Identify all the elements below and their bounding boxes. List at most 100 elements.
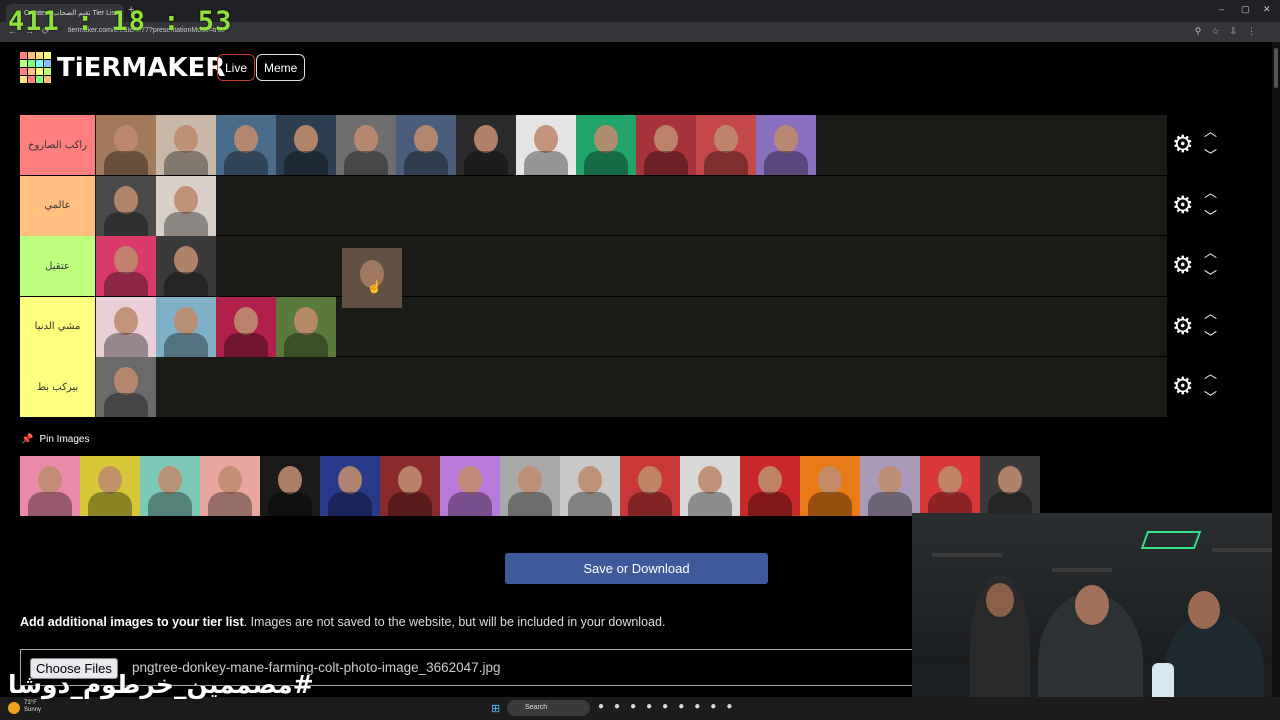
settings-gear-icon[interactable]: ⚙ <box>1172 314 1194 339</box>
tier-image[interactable] <box>336 115 396 175</box>
tier-row-controls: ⚙ ︿ ﹀ <box>1170 297 1230 357</box>
move-down-chevron-icon[interactable]: ﹀ <box>1204 387 1217 406</box>
taskbar-search[interactable]: Search <box>507 700 590 716</box>
image-pool <box>20 456 1040 516</box>
pool-image[interactable] <box>20 456 80 516</box>
move-up-chevron-icon[interactable]: ︿ <box>1204 121 1217 140</box>
tier-image[interactable] <box>96 115 156 175</box>
move-down-chevron-icon[interactable]: ﹀ <box>1204 206 1217 225</box>
tier-image[interactable] <box>696 115 756 175</box>
weather-desc: Sunny <box>24 707 42 713</box>
tier-image[interactable] <box>216 296 276 357</box>
tiermaker-logo[interactable]: TiERMAKER <box>20 52 225 83</box>
tier-image[interactable] <box>156 296 216 357</box>
maximize-icon[interactable]: ▢ <box>1241 4 1250 15</box>
tier-image[interactable] <box>96 175 156 236</box>
meme-button[interactable]: Meme <box>256 54 306 81</box>
move-down-chevron-icon[interactable]: ﹀ <box>1204 145 1217 164</box>
pool-image[interactable] <box>560 456 620 516</box>
tier-image[interactable] <box>96 236 156 296</box>
scrollbar-thumb[interactable] <box>1274 48 1278 88</box>
move-up-chevron-icon[interactable]: ︿ <box>1204 242 1217 261</box>
tier-items <box>96 296 336 357</box>
save-or-download-button[interactable]: Save or Download <box>505 553 768 584</box>
tier-image[interactable] <box>276 115 336 175</box>
tier-label[interactable]: عالمي <box>20 175 95 236</box>
tier-items <box>96 115 816 175</box>
pool-image[interactable] <box>680 456 740 516</box>
tier-image[interactable] <box>456 115 516 175</box>
tier-row-controls: ⚙ ︿ ﹀ <box>1170 176 1230 236</box>
tier-image[interactable] <box>156 175 216 236</box>
add-images-rest: . Images are not saved to the website, b… <box>243 615 666 629</box>
hand-cursor-icon: ☝ <box>367 280 382 294</box>
move-down-chevron-icon[interactable]: ﹀ <box>1204 266 1217 285</box>
tier-image[interactable] <box>516 115 576 175</box>
neon-sign <box>1140 531 1202 549</box>
weather-widget[interactable]: 73°F Sunny <box>24 700 41 714</box>
close-icon[interactable]: ✕ <box>1263 4 1271 15</box>
settings-gear-icon[interactable]: ⚙ <box>1172 375 1194 399</box>
pool-image[interactable] <box>260 456 320 516</box>
tier-image[interactable] <box>96 357 156 417</box>
tier-image[interactable] <box>636 115 696 175</box>
weather-temp: 73°F <box>24 700 37 706</box>
tier-image[interactable] <box>156 115 216 175</box>
pool-image[interactable] <box>500 456 560 516</box>
dragged-image[interactable] <box>342 248 402 308</box>
tier-row-controls: ⚙ ︿ ﹀ <box>1170 236 1230 296</box>
tier-row: عالمي <box>20 175 1167 236</box>
tier-list-table: راكب الصاروخ عالمي عتقيل مشي الدنيا بيركب بط <box>20 115 1167 418</box>
tier-image[interactable] <box>576 115 636 175</box>
move-down-chevron-icon[interactable]: ﹀ <box>1204 327 1217 346</box>
tier-items <box>96 175 216 236</box>
tier-label[interactable]: مشي الدنيا <box>20 296 95 357</box>
scrollbar[interactable] <box>1272 42 1280 697</box>
pool-image[interactable] <box>800 456 860 516</box>
pool-image[interactable] <box>980 456 1040 516</box>
tier-row: عتقيل <box>20 236 1167 297</box>
logo-grid-icon <box>20 52 51 83</box>
pool-image[interactable] <box>200 456 260 516</box>
move-up-chevron-icon[interactable]: ︿ <box>1204 363 1217 382</box>
windows-start-icon[interactable]: ⊞ <box>491 702 500 715</box>
overlay-hashtag: #مصممين_خرطوم_دوشا <box>8 670 314 699</box>
pool-image[interactable] <box>740 456 800 516</box>
tier-image[interactable] <box>756 115 816 175</box>
move-up-chevron-icon[interactable]: ︿ <box>1204 303 1217 322</box>
live-button[interactable]: Live <box>217 54 256 81</box>
pool-image[interactable] <box>80 456 140 516</box>
logo-text: TiERMAKER <box>57 52 226 83</box>
pool-image[interactable] <box>860 456 920 516</box>
move-up-chevron-icon[interactable]: ︿ <box>1204 182 1217 201</box>
pool-image[interactable] <box>320 456 380 516</box>
add-images-text: Add additional images to your tier list.… <box>20 615 665 629</box>
pool-image[interactable] <box>380 456 440 516</box>
tier-row-controls: ⚙ ︿ ﹀ <box>1170 115 1230 175</box>
tier-label[interactable]: راكب الصاروخ <box>20 115 95 175</box>
pin-images-toggle[interactable]: 📌 Pin Images <box>21 434 89 445</box>
tier-row: راكب الصاروخ <box>20 115 1167 176</box>
tier-row-controls: ⚙ ︿ ﹀ <box>1170 357 1230 417</box>
tier-label[interactable]: بيركب بط <box>20 357 95 417</box>
pool-image[interactable] <box>140 456 200 516</box>
add-images-bold: Add additional images to your tier list <box>20 615 244 629</box>
browser-toolbar-icons[interactable]: ⚲☆⇩⋮ <box>1195 26 1266 37</box>
pool-image[interactable] <box>920 456 980 516</box>
tier-image[interactable] <box>96 296 156 357</box>
minimize-icon[interactable]: – <box>1219 4 1224 14</box>
taskbar-app-icons[interactable]: ●●●●●●●●● <box>598 701 742 712</box>
settings-gear-icon[interactable]: ⚙ <box>1172 254 1194 278</box>
pool-image[interactable] <box>620 456 680 516</box>
tier-image[interactable] <box>276 296 336 357</box>
tier-label[interactable]: عتقيل <box>20 236 95 296</box>
pool-image[interactable] <box>440 456 500 516</box>
settings-gear-icon[interactable]: ⚙ <box>1172 133 1194 157</box>
tier-row: بيركب بط <box>20 357 1167 418</box>
tier-image[interactable] <box>156 236 216 296</box>
windows-taskbar: 73°F Sunny ⊞ Search ●●●●●●●●● <box>0 697 1280 720</box>
settings-gear-icon[interactable]: ⚙ <box>1172 193 1194 218</box>
tier-items <box>96 236 216 296</box>
tier-image[interactable] <box>216 115 276 175</box>
tier-image[interactable] <box>396 115 456 175</box>
